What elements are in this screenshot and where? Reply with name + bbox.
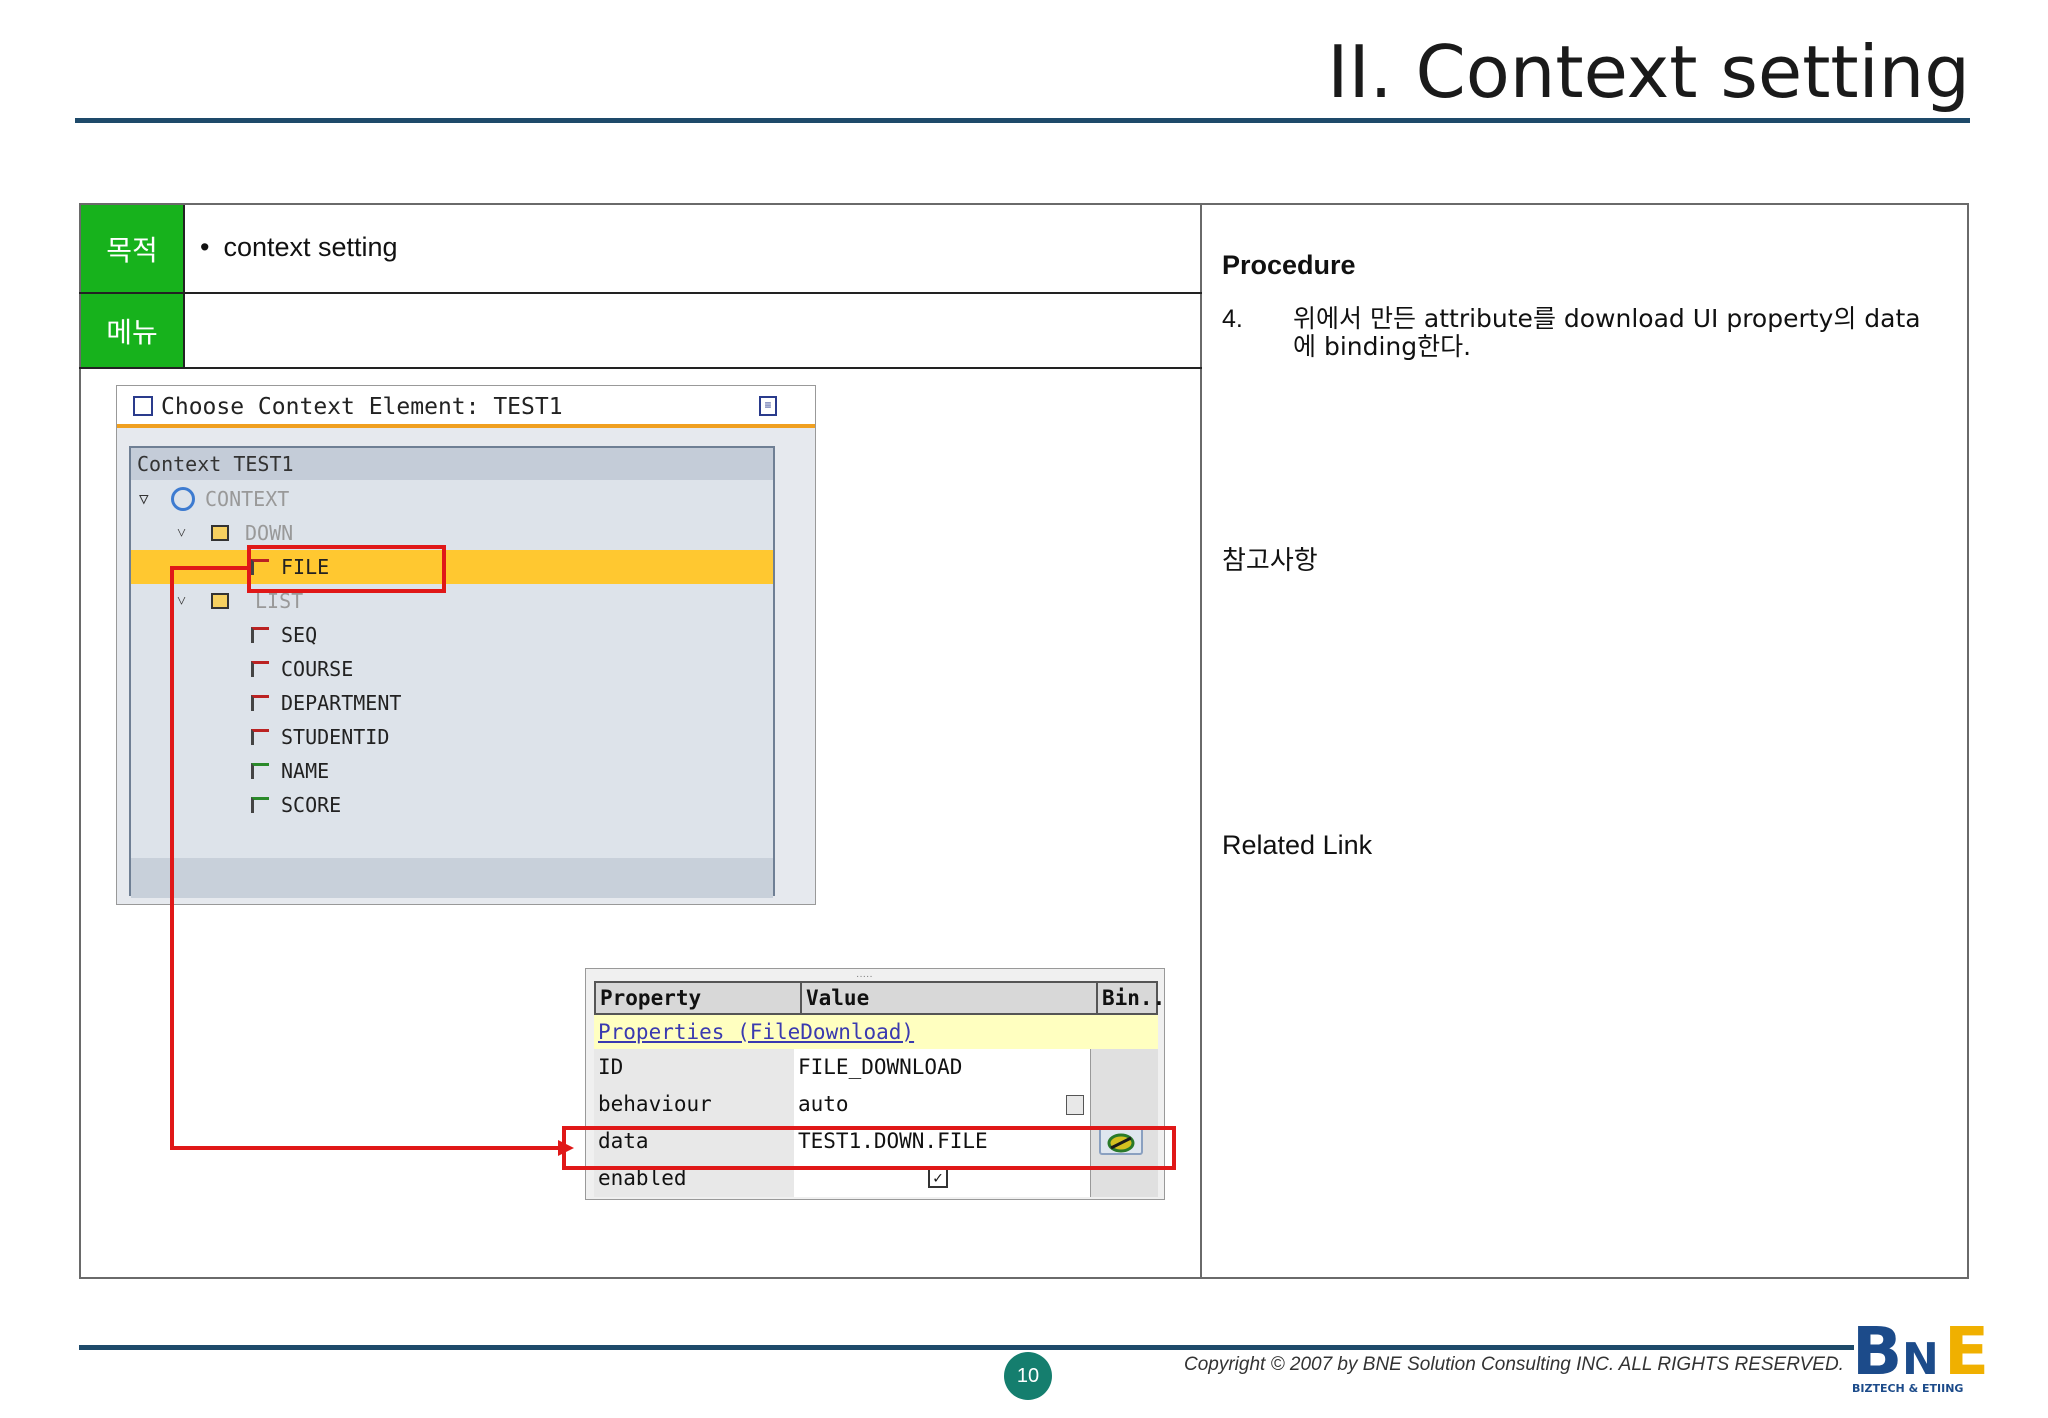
tree-node-label: CONTEXT <box>205 487 290 511</box>
svg-text:B: B <box>1852 1316 1902 1390</box>
menu-label: 메뉴 <box>81 294 183 368</box>
node-folder-icon <box>211 525 229 541</box>
tree-node-down[interactable]: ˅ DOWN <box>131 516 773 550</box>
step-text: 위에서 만든 attribute를 download UI property의 … <box>1293 304 1921 361</box>
dialog-title: Choose Context Element: TEST1 <box>161 394 563 420</box>
property-name: ID <box>594 1049 794 1086</box>
connector-arrow <box>170 566 574 1156</box>
property-row-behaviour[interactable]: behaviour auto <box>594 1086 1158 1123</box>
dropdown-icon[interactable] <box>1066 1095 1084 1115</box>
expand-arrow-icon[interactable]: ˅ <box>177 516 186 550</box>
procedure-heading: Procedure <box>1222 250 1356 280</box>
context-root-icon <box>171 487 195 511</box>
slide-title: II. Context setting <box>1327 30 1970 114</box>
purpose-label: 목적 <box>81 205 183 293</box>
binding-cell[interactable] <box>1090 1049 1158 1086</box>
column-divider <box>1200 203 1202 1279</box>
notes-heading: 참고사항 <box>1222 546 1318 576</box>
step-number: 4. <box>1222 305 1243 333</box>
enabled-checkbox[interactable]: ✓ <box>928 1168 948 1188</box>
column-header-value[interactable]: Value <box>800 983 869 1013</box>
related-link-heading: Related Link <box>1222 830 1373 860</box>
bne-logo-icon: B N E BIZTECH & ETIING <box>1852 1313 1989 1395</box>
tree-header: Context TEST1 <box>131 448 773 480</box>
dialog-title-bar: Choose Context Element: TEST1 ≡ <box>117 386 815 428</box>
column-header-property[interactable]: Property <box>600 983 701 1013</box>
highlight-data-row <box>562 1126 1176 1170</box>
dialog-window-icon <box>133 396 153 416</box>
properties-header: Property Value Bin... <box>594 981 1164 1015</box>
property-value-text: auto <box>798 1092 849 1116</box>
row-separator <box>79 292 1202 294</box>
svg-text:E: E <box>1944 1316 1989 1390</box>
svg-text:BIZTECH & ETIING: BIZTECH & ETIING <box>1852 1382 1963 1395</box>
purpose-text: context setting <box>223 232 398 262</box>
page-number: 10 <box>1004 1352 1052 1400</box>
property-value[interactable]: FILE_DOWNLOAD <box>794 1049 1090 1086</box>
copyright-text: Copyright © 2007 by BNE Solution Consult… <box>1184 1354 1844 1375</box>
binding-cell[interactable] <box>1090 1086 1158 1123</box>
properties-group-row[interactable]: Properties (FileDownload) <box>594 1015 1158 1049</box>
property-name: behaviour <box>594 1086 794 1123</box>
bullet-icon: • <box>200 232 210 262</box>
property-value[interactable]: auto <box>794 1086 1090 1123</box>
title-rule <box>75 118 1970 123</box>
expand-arrow-icon[interactable]: ▽ <box>139 482 149 516</box>
tree-node-context[interactable]: ▽ CONTEXT <box>131 482 773 516</box>
row-separator <box>79 367 1202 369</box>
bne-logo: B N E BIZTECH & ETIING <box>1852 1313 2012 1396</box>
svg-text:N: N <box>1902 1334 1939 1385</box>
property-row-id[interactable]: ID FILE_DOWNLOAD <box>594 1049 1158 1086</box>
purpose-item: • context setting <box>200 232 398 263</box>
column-header-binding[interactable]: Bin... <box>1096 983 1164 1013</box>
footer-rule <box>79 1345 1854 1350</box>
label-column-border <box>183 205 185 368</box>
dialog-menu-icon[interactable]: ≡ <box>759 396 777 416</box>
